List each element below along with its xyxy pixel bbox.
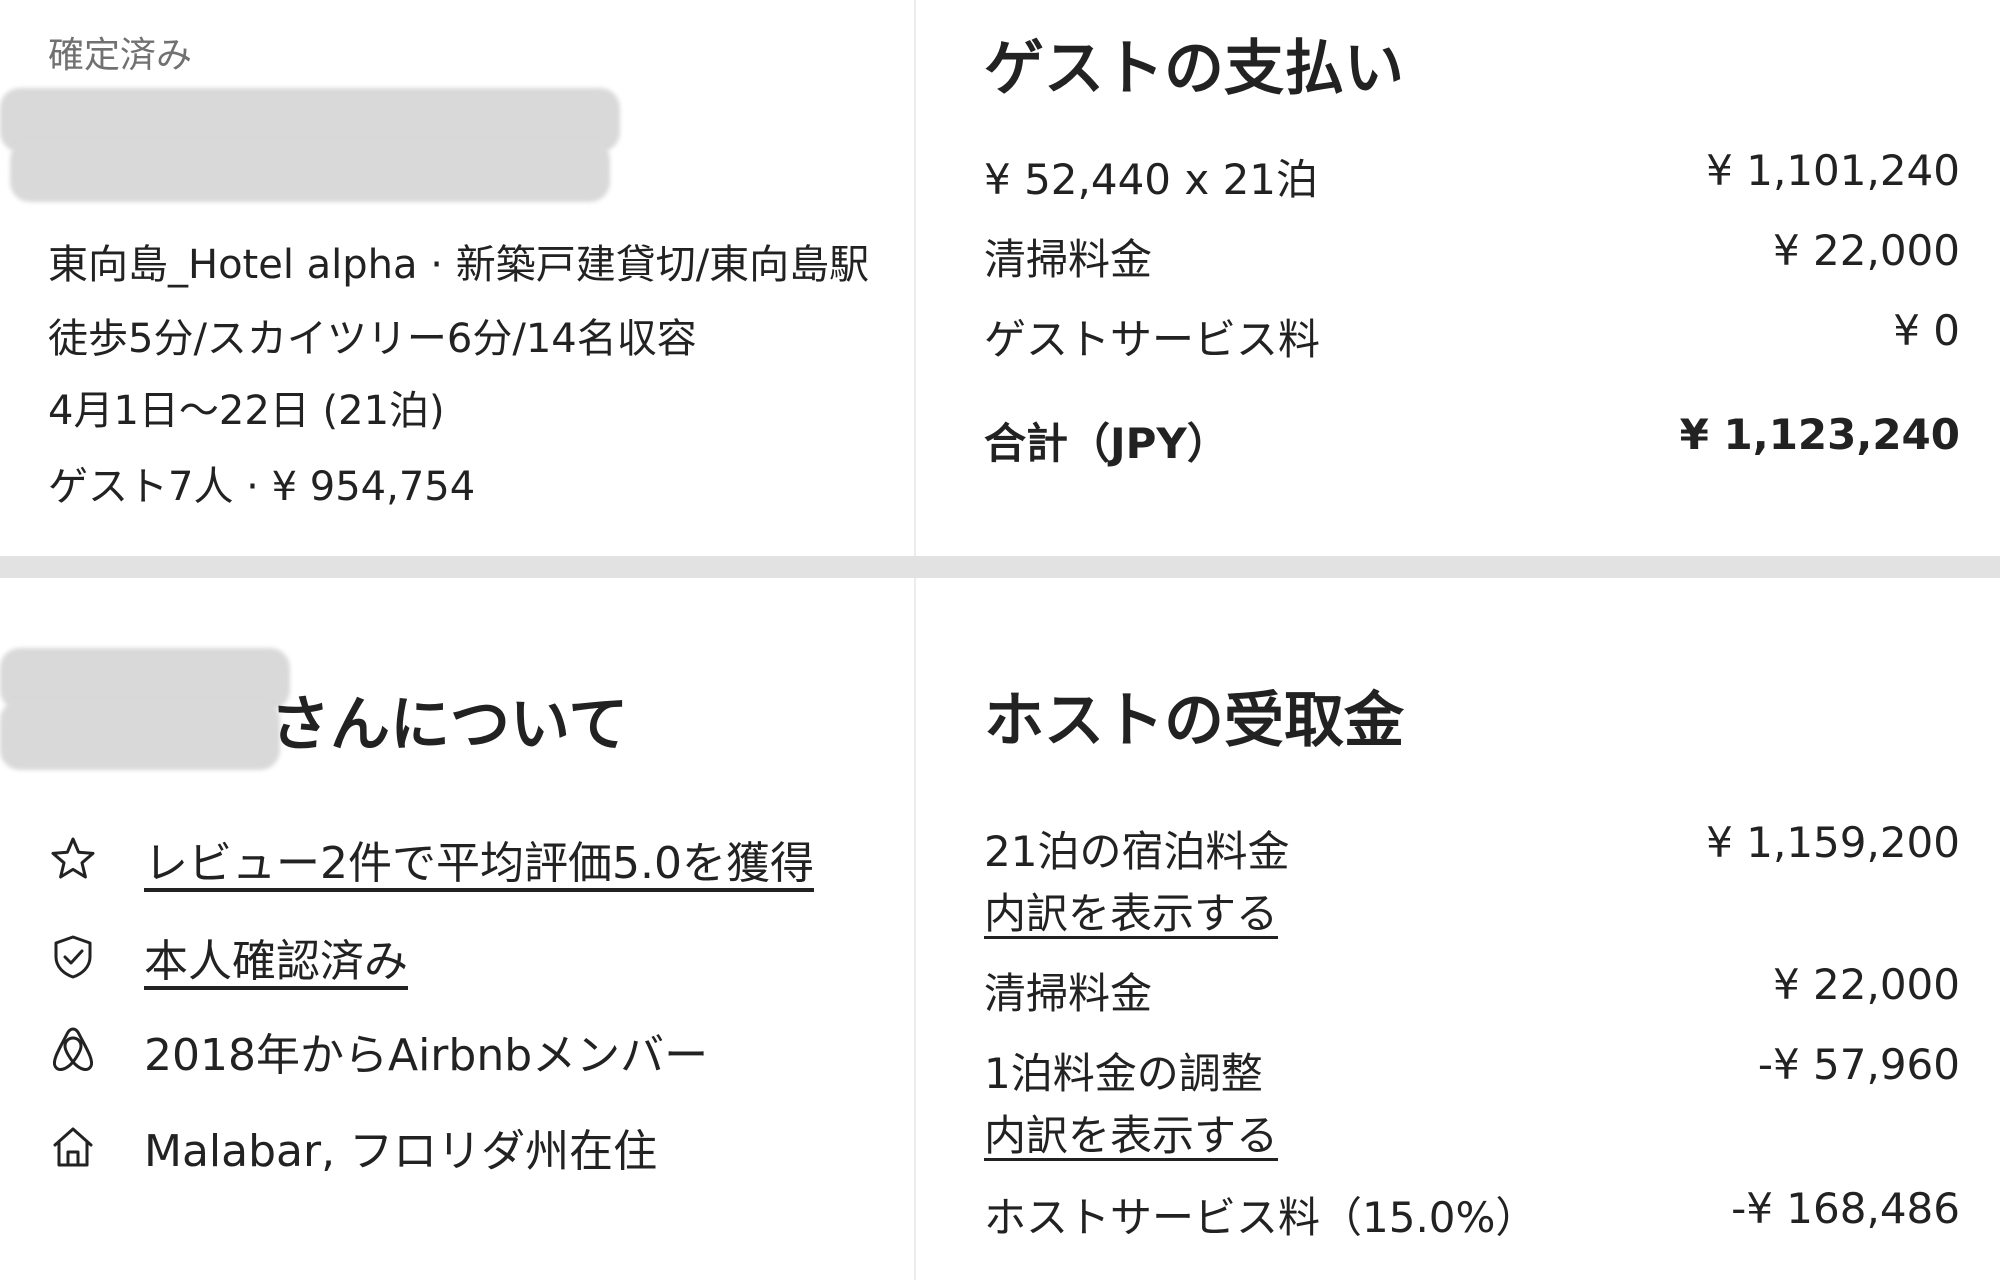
listing-title-line2: 徒歩5分/スカイツリー6分/14名収容	[48, 316, 697, 362]
shield-check-icon	[48, 932, 98, 982]
reservation-status: 確定済み	[48, 35, 193, 76]
guest-service-fee-value: ¥ 0	[1893, 306, 1960, 355]
section-divider	[0, 556, 2000, 578]
nightly-breakdown-link[interactable]: 内訳を表示する	[984, 880, 1278, 941]
redacted-guest-name-2	[10, 140, 610, 202]
airbnb-logo-icon	[48, 1026, 98, 1076]
host-cleaning-fee-value: ¥ 22,000	[1772, 960, 1960, 1009]
reservation-dates: 4月1日〜22日 (21泊)	[48, 388, 445, 434]
cleaning-fee-label: 清掃料金	[984, 235, 1153, 284]
reviews-link[interactable]: レビュー2件で平均評価5.0を獲得	[144, 827, 814, 891]
star-icon	[48, 834, 98, 884]
identity-verified-link[interactable]: 本人確認済み	[144, 925, 408, 989]
about-item-location: Malabar, フロリダ州在住	[48, 1112, 657, 1182]
nightly-adjustment-value: -¥ 57,960	[1757, 1040, 1960, 1089]
total-label: 合計（JPY）	[984, 419, 1229, 468]
about-title: さんについて	[270, 690, 629, 760]
nightly-rate-label: ¥ 52,440 x 21泊	[984, 155, 1319, 204]
vertical-divider	[914, 0, 916, 1280]
nightly-total-value: ¥ 1,159,200	[1706, 818, 1960, 867]
nightly-rate-value: ¥ 1,101,240	[1706, 146, 1960, 195]
member-since-text: 2018年からAirbnbメンバー	[144, 1030, 709, 1081]
nightly-total-label: 21泊の宿泊料金	[984, 827, 1290, 876]
guest-service-fee-label: ゲストサービス料	[984, 315, 1321, 364]
host-service-fee-label: ホストサービス料（15.0%）	[984, 1193, 1538, 1242]
location-text: Malabar, フロリダ州在住	[144, 1126, 658, 1177]
listing-title-line1: 東向島_Hotel alpha · 新築戸建貸切/東向島駅	[48, 242, 870, 288]
host-cleaning-fee-label: 清掃料金	[984, 969, 1153, 1018]
total-value: ¥ 1,123,240	[1679, 410, 1960, 459]
guests-and-price: ゲスト7人 · ¥ 954,754	[48, 464, 476, 510]
host-payout-title: ホストの受取金	[984, 686, 1404, 756]
nightly-adjustment-label: 1泊料金の調整	[984, 1049, 1263, 1098]
host-service-fee-value: -¥ 168,486	[1731, 1184, 1960, 1233]
adjustment-breakdown-link[interactable]: 内訳を表示する	[984, 1102, 1278, 1163]
about-item-reviews[interactable]: レビュー2件で平均評価5.0を獲得	[48, 824, 814, 894]
guest-payment-title: ゲストの支払い	[984, 34, 1404, 104]
about-item-member-since: 2018年からAirbnbメンバー	[48, 1016, 708, 1086]
cleaning-fee-value: ¥ 22,000	[1772, 226, 1960, 275]
home-icon	[48, 1122, 98, 1172]
redacted-about-name-2	[0, 700, 280, 770]
about-item-verified[interactable]: 本人確認済み	[48, 922, 408, 992]
